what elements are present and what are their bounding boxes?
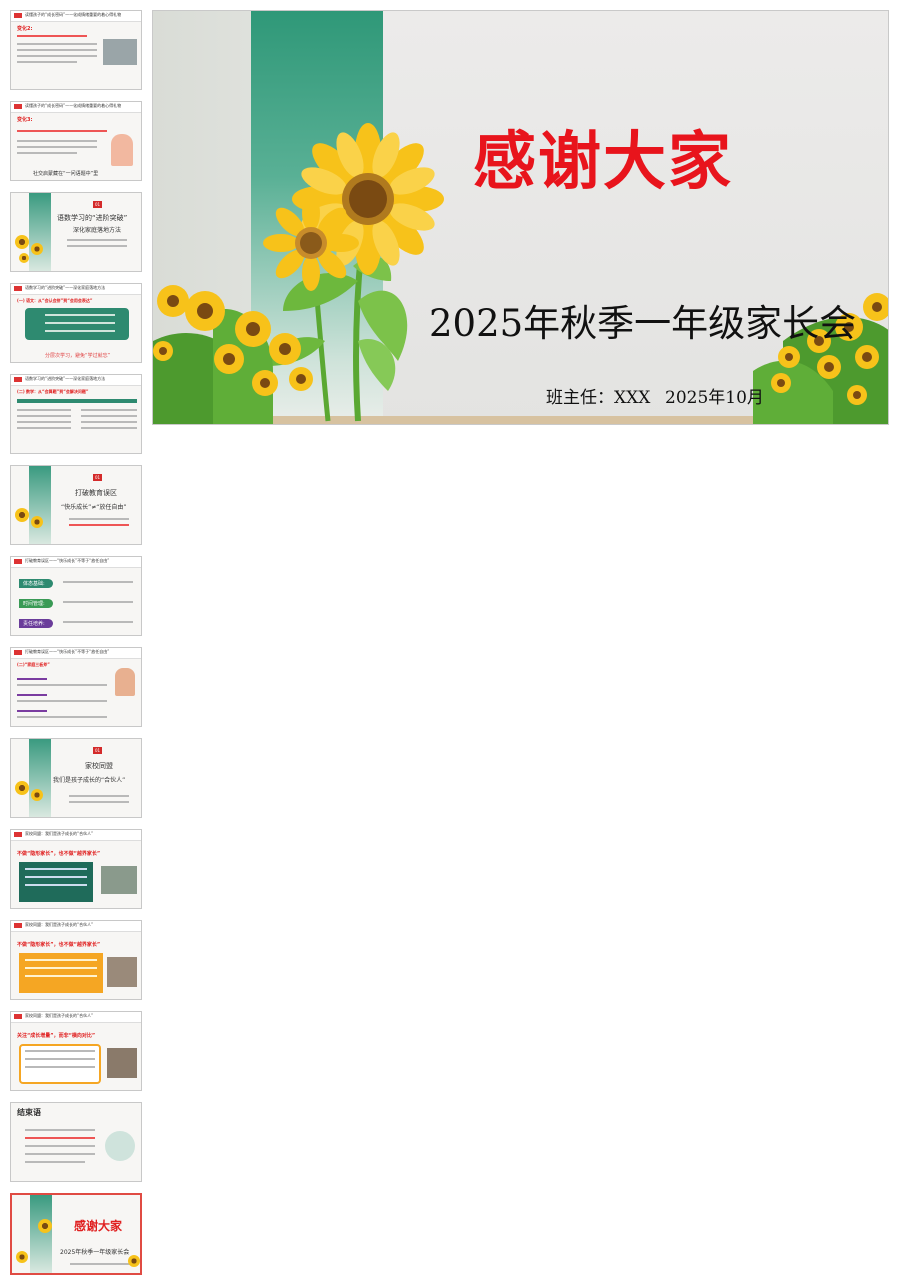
thumb-photo <box>107 957 137 987</box>
thumb-header: 读懂孩子的“成长密码”——化成情绪重要的着心得礼物 <box>11 11 141 22</box>
thumb-header: 家校同盟：我们是孩子成长的“合伙人” <box>11 1012 141 1023</box>
slide-thumbnail-9[interactable]: 01 家校同盟 我们是孩子成长的“合伙人” <box>10 738 142 818</box>
thumb-title: 打破教育误区——“快乐成长”不等于“放任自由” <box>25 558 110 563</box>
thumb-label-3: 责任培养: <box>23 621 45 627</box>
thumb-photo <box>101 866 137 894</box>
thumb-label: 不做“隐形家长”，也不做“越界家长” <box>17 942 101 948</box>
thumb-photo <box>103 39 137 65</box>
thumb-header: 打破教育误区——“快乐成长”不等于“放任自由” <box>11 557 141 568</box>
slide-thumbnail-12[interactable]: 家校同盟：我们是孩子成长的“合伙人” 关注“成长增量”，而非“横向对比” <box>10 1011 142 1091</box>
thumb-title: 语数学习的“进阶突破”——深化家庭落地方法 <box>25 285 106 290</box>
slide-thumbnail-8[interactable]: 打破教育误区——“快乐成长”不等于“放任自由” (二)“家庭三板斧” <box>10 647 142 727</box>
slide-thumbnail-1[interactable]: 读懂孩子的“成长密码”——化成情绪重要的着心得礼物 变化2: <box>10 10 142 90</box>
thumb-title: 家校同盟：我们是孩子成长的“合伙人” <box>25 922 94 927</box>
thumb-subheading: 深化家庭落地方法 <box>73 227 122 234</box>
thumb-header: 语数学习的“进阶突破”——深化家庭落地方法 <box>11 375 141 386</box>
thumb-title: 读懂孩子的“成长密码”——化成情绪重要的着心得礼物 <box>25 103 122 108</box>
slide-thumbnail-7[interactable]: 打破教育误区——“快乐成长”不等于“放任自由” 体态基础: 时间管理: 责任培养… <box>10 556 142 636</box>
slide-thumbnail-4[interactable]: 语数学习的“进阶突破”——深化家庭落地方法 (一) 语文：从“会认会拼”到“会用… <box>10 283 142 363</box>
main-slide: 感谢大家 2025年秋季一年级家长会 班主任：XXX 2025年10月 <box>152 10 889 425</box>
thumb-section-number: 01 <box>93 747 102 754</box>
sunflower-illustration <box>153 123 888 424</box>
thumb-text: 分层次学习，避免“学过就忘” <box>45 353 111 359</box>
thumb-heading: 家校同盟 <box>85 762 113 770</box>
slide-subtitle: 2025年秋季一年级家长会 <box>429 302 857 345</box>
thumb-label: 变化3: <box>17 117 33 123</box>
slide-thumbnail-panel: 读懂孩子的“成长密码”——化成情绪重要的着心得礼物 变化2: 读懂孩子的“成长密… <box>0 0 150 1286</box>
thumb-photo <box>107 1048 137 1078</box>
thumb-text: 社交启蒙藏在“一问语题中”里 <box>33 171 99 177</box>
slide-title: 感谢大家 <box>473 125 733 198</box>
thumb-section-number: 01 <box>93 474 102 481</box>
thumb-heading: 语数学习的“进阶突破” <box>57 214 128 222</box>
thumb-header: 家校同盟：我们是孩子成长的“合伙人” <box>11 921 141 932</box>
thumb-label: (一) 语文：从“会认会拼”到“会用会表达” <box>17 298 93 303</box>
thumb-header: 家校同盟：我们是孩子成长的“合伙人” <box>11 830 141 841</box>
thumb-subheading: 我们是孩子成长的“合伙人” <box>53 777 126 784</box>
thumb-title: 读懂孩子的“成长密码”——化成情绪重要的着心得礼物 <box>25 12 122 17</box>
thumb-subheading: 2025年秋季一年级家长会 <box>60 1249 130 1256</box>
thumb-label-2: 时间管理: <box>23 601 45 607</box>
thumb-label: 体态基础: <box>23 581 45 587</box>
thumb-title: 打破教育误区——“快乐成长”不等于“放任自由” <box>25 649 110 654</box>
slide-thumbnail-11[interactable]: 家校同盟：我们是孩子成长的“合伙人” 不做“隐形家长”，也不做“越界家长” <box>10 920 142 1000</box>
slide-thumbnail-14[interactable]: 感谢大家 2025年秋季一年级家长会 <box>10 1193 142 1275</box>
thumb-header: 语数学习的“进阶突破”——深化家庭落地方法 <box>11 284 141 295</box>
thumb-title: 家校同盟：我们是孩子成长的“合伙人” <box>25 1013 94 1018</box>
thumb-illustration <box>105 1131 135 1161</box>
thumb-header: 读懂孩子的“成长密码”——化成情绪重要的着心得礼物 <box>11 102 141 113</box>
slide-thumbnail-5[interactable]: 语数学习的“进阶突破”——深化家庭落地方法 (二) 数学：从“会算题”到“会解决… <box>10 374 142 454</box>
thumb-label: (二) 数学：从“会算题”到“会解决问题” <box>17 389 89 394</box>
thumb-label: 变化2: <box>17 26 33 32</box>
thumb-heading: 感谢大家 <box>74 1219 123 1233</box>
date-label: 2025年10月 <box>665 388 764 408</box>
slide-thumbnail-2[interactable]: 读懂孩子的“成长密码”——化成情绪重要的着心得礼物 变化3: 社交启蒙藏在“一问… <box>10 101 142 181</box>
slide-thumbnail-13[interactable]: 结束语 <box>10 1102 142 1182</box>
thumb-label: 关注“成长增量”，而非“横向对比” <box>17 1033 96 1039</box>
thumb-section-number: 01 <box>93 201 102 208</box>
thumb-title: 语数学习的“进阶突破”——深化家庭落地方法 <box>25 376 106 381</box>
teacher-label: 班主任：XXX <box>546 388 651 408</box>
thumb-header: 打破教育误区——“快乐成长”不等于“放任自由” <box>11 648 141 659</box>
thumb-label: 不做“隐形家长”，也不做“越界家长” <box>17 851 101 857</box>
thumb-illustration <box>111 134 133 166</box>
thumb-illustration <box>115 668 135 696</box>
slide-thumbnail-6[interactable]: 01 打破教育误区 “快乐成长”≠“放任自由” <box>10 465 142 545</box>
slide-thumbnail-10[interactable]: 家校同盟：我们是孩子成长的“合伙人” 不做“隐形家长”，也不做“越界家长” <box>10 829 142 909</box>
thumb-label: (二)“家庭三板斧” <box>17 662 50 667</box>
thumb-subheading: “快乐成长”≠“放任自由” <box>61 504 127 511</box>
slide-thumbnail-3[interactable]: 01 语数学习的“进阶突破” 深化家庭落地方法 <box>10 192 142 272</box>
thumb-title: 结束语 <box>17 1108 41 1117</box>
thumb-title: 家校同盟：我们是孩子成长的“合伙人” <box>25 831 94 836</box>
thumb-heading: 打破教育误区 <box>75 489 117 497</box>
